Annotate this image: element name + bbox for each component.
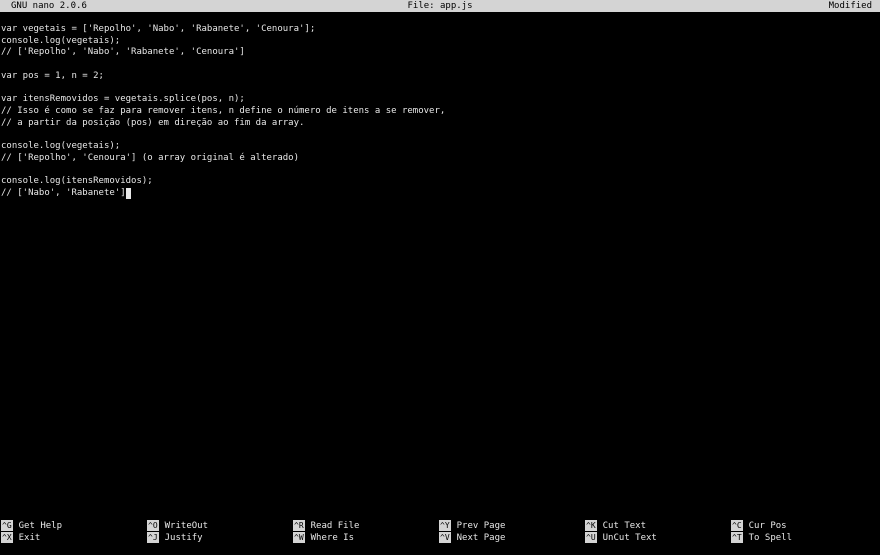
shortcut-get-help[interactable]: ^G Get Help: [1, 520, 62, 532]
shortcut-label: Prev Page: [456, 521, 506, 531]
shortcut-uncut-text[interactable]: ^U UnCut Text: [585, 532, 657, 544]
shortcut-key: ^X: [1, 532, 13, 543]
code-line[interactable]: // ['Repolho', 'Nabo', 'Rabanete', 'Ceno…: [1, 47, 879, 59]
shortcut-label: Justify: [164, 533, 203, 543]
code-line[interactable]: var pos = 1, n = 2;: [1, 71, 879, 83]
code-line-with-cursor[interactable]: // ['Nabo', 'Rabanete']: [1, 187, 879, 200]
shortcut-key: ^O: [147, 520, 159, 531]
shortcut-label: Cur Pos: [748, 521, 787, 531]
modified-status: Modified: [828, 1, 872, 11]
shortcut-read-file[interactable]: ^R Read File: [293, 520, 359, 532]
shortcut-next-page[interactable]: ^V Next Page: [439, 532, 505, 544]
shortcut-key: ^C: [731, 520, 743, 531]
shortcut-justify[interactable]: ^J Justify: [147, 532, 203, 544]
shortcut-label: Read File: [310, 521, 360, 531]
shortcut-key: ^W: [293, 532, 305, 543]
code-line[interactable]: [1, 59, 879, 71]
shortcut-key: ^R: [293, 520, 305, 531]
shortcut-key: ^T: [731, 532, 743, 543]
code-line[interactable]: // a partir da posição (pos) em direção …: [1, 118, 879, 130]
shortcut-label: Get Help: [18, 521, 62, 531]
shortcut-label: Cut Text: [602, 521, 646, 531]
code-line[interactable]: console.log(vegetais);: [1, 36, 879, 48]
shortcut-prev-page[interactable]: ^Y Prev Page: [439, 520, 505, 532]
shortcut-label: Next Page: [456, 533, 506, 543]
shortcut-cut-text[interactable]: ^K Cut Text: [585, 520, 646, 532]
shortcut-key: ^V: [439, 532, 451, 543]
text-cursor: [125, 187, 131, 199]
nano-title-bar: File: app.js GNU nano 2.0.6 Modified: [0, 0, 880, 12]
shortcut-label: WriteOut: [164, 521, 208, 531]
shortcut-label: To Spell: [748, 533, 792, 543]
shortcut-label: Where Is: [310, 533, 354, 543]
shortcut-key: ^G: [1, 520, 13, 531]
code-line[interactable]: console.log(vegetais);: [1, 141, 879, 153]
code-line[interactable]: var vegetais = ['Repolho', 'Nabo', 'Raba…: [1, 24, 879, 36]
shortcut-cur-pos[interactable]: ^C Cur Pos: [731, 520, 787, 532]
shortcut-key: ^U: [585, 532, 597, 543]
shortcut-label: Exit: [18, 533, 41, 543]
code-line[interactable]: [1, 129, 879, 141]
file-name: File: app.js: [407, 1, 473, 11]
shortcut-writeout[interactable]: ^O WriteOut: [147, 520, 208, 532]
code-line[interactable]: console.log(itensRemovidos);: [1, 176, 879, 188]
code-line[interactable]: [1, 164, 879, 176]
shortcut-key: ^J: [147, 532, 159, 543]
shortcut-bar: ^G Get Help ^O WriteOut ^R Read File ^Y Prev…: [0, 520, 880, 544]
shortcut-where-is[interactable]: ^W Where Is: [293, 532, 354, 544]
editor-buffer[interactable]: var vegetais = ['Repolho', 'Nabo', 'Raba…: [1, 24, 879, 199]
code-line[interactable]: var itensRemovidos = vegetais.splice(pos…: [1, 94, 879, 106]
code-line[interactable]: [1, 82, 879, 94]
shortcut-label: UnCut Text: [602, 533, 657, 543]
code-line[interactable]: // ['Repolho', 'Cenoura'] (o array origi…: [1, 153, 879, 165]
code-line[interactable]: // Isso é como se faz para remover itens…: [1, 106, 879, 118]
shortcut-to-spell[interactable]: ^T To Spell: [731, 532, 792, 544]
shortcut-key: ^Y: [439, 520, 451, 531]
app-version: GNU nano 2.0.6: [11, 1, 87, 11]
shortcut-key: ^K: [585, 520, 597, 531]
shortcut-exit[interactable]: ^X Exit: [1, 532, 40, 544]
code-line-text[interactable]: // ['Nabo', 'Rabanete']: [1, 188, 126, 198]
